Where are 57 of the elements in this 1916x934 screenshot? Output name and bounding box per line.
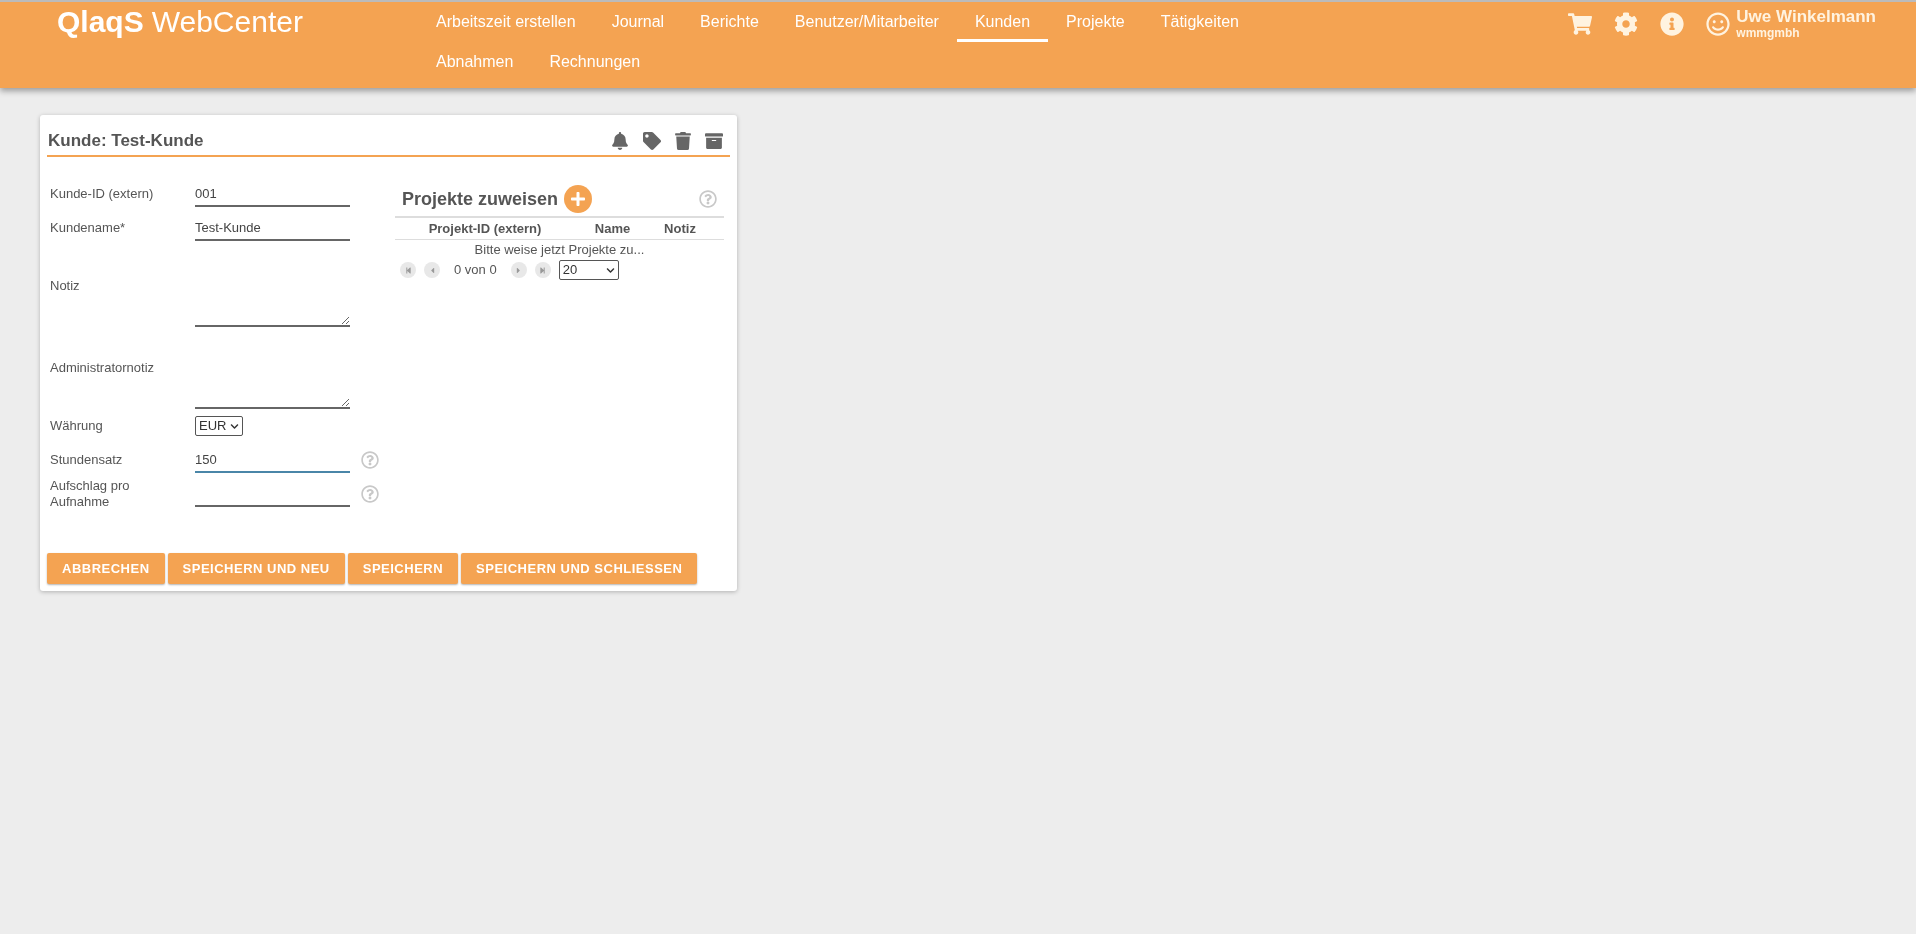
bell-icon[interactable] bbox=[611, 132, 629, 150]
field-label: Administratornotiz bbox=[50, 360, 156, 376]
nav-link[interactable]: Berichte bbox=[682, 2, 777, 42]
field-label: Stundensatz bbox=[50, 452, 124, 468]
field-label: Kunde-ID (extern) bbox=[50, 186, 155, 202]
currency-dropdown[interactable]: EUR bbox=[195, 416, 244, 436]
column-header: Notiz bbox=[663, 219, 697, 238]
settings-icon[interactable] bbox=[1614, 12, 1639, 36]
text-field[interactable]: Test-Kunde bbox=[195, 215, 350, 241]
last-page-icon bbox=[539, 266, 547, 274]
help-icon[interactable] bbox=[361, 451, 379, 469]
action-button[interactable]: SPEICHERN UND NEU bbox=[167, 553, 345, 584]
chevron-down-icon bbox=[605, 265, 615, 275]
page-info: 0 von 0 bbox=[453, 261, 498, 280]
tag-icon[interactable] bbox=[643, 132, 661, 150]
plus-icon bbox=[570, 191, 587, 207]
card-title: Kunde: Test-Kunde bbox=[48, 130, 204, 153]
chevron-down-icon bbox=[230, 421, 240, 431]
next-page-button[interactable] bbox=[510, 262, 527, 278]
nav-link[interactable]: Abnahmen bbox=[418, 42, 532, 82]
nav-link[interactable]: Kunden bbox=[956, 2, 1049, 42]
field-label: Währung bbox=[50, 418, 104, 434]
help-icon[interactable] bbox=[361, 485, 379, 503]
field-label: Kundename* bbox=[50, 220, 127, 236]
first-page-button[interactable] bbox=[400, 262, 416, 278]
section-title: Projekte zuweisen bbox=[402, 187, 559, 211]
avatar-icon[interactable] bbox=[1706, 12, 1731, 36]
last-page-button[interactable] bbox=[534, 262, 551, 278]
nav-link[interactable]: Journal bbox=[593, 2, 683, 42]
help-icon[interactable] bbox=[699, 190, 717, 208]
trash-icon[interactable] bbox=[675, 132, 691, 150]
nav-link[interactable]: Tätigkeiten bbox=[1142, 2, 1257, 42]
page-size-dropdown[interactable]: 20 bbox=[558, 260, 619, 280]
nav-link[interactable]: Arbeitszeit erstellen bbox=[418, 2, 594, 42]
empty-message: Bitte weise jetzt Projekte zu... bbox=[474, 242, 645, 257]
archive-icon[interactable] bbox=[705, 132, 723, 150]
previous-page-button[interactable] bbox=[424, 262, 440, 278]
column-header: Projekt-ID (extern) bbox=[427, 219, 543, 238]
cart-icon[interactable] bbox=[1568, 12, 1593, 36]
nav-link[interactable]: Projekte bbox=[1048, 2, 1143, 42]
nav-link[interactable]: Benutzer/Mitarbeiter bbox=[776, 2, 957, 42]
app-name: WebCenter bbox=[151, 4, 303, 40]
action-button[interactable]: SPEICHERN bbox=[347, 553, 459, 584]
column-header: Name bbox=[593, 219, 632, 238]
nav-link[interactable]: Rechnungen bbox=[531, 42, 659, 82]
logo[interactable]: QlaqS bbox=[57, 3, 144, 41]
action-button[interactable]: ABBRECHEN bbox=[47, 553, 165, 584]
text-field[interactable]: 001 bbox=[195, 181, 350, 207]
field-label: Aufschlag pro Aufnahme bbox=[50, 478, 131, 510]
text-field[interactable]: 150 bbox=[195, 447, 350, 473]
add-button[interactable] bbox=[564, 185, 593, 213]
action-button[interactable]: SPEICHERN UND SCHLIESSEN bbox=[461, 553, 698, 584]
first-page-icon bbox=[404, 266, 412, 274]
info-icon[interactable] bbox=[1660, 12, 1685, 36]
company-name: wmmgmbh bbox=[1736, 26, 1801, 40]
user-name: Uwe Winkelmann bbox=[1736, 8, 1876, 26]
field-label: Notiz bbox=[50, 278, 81, 294]
